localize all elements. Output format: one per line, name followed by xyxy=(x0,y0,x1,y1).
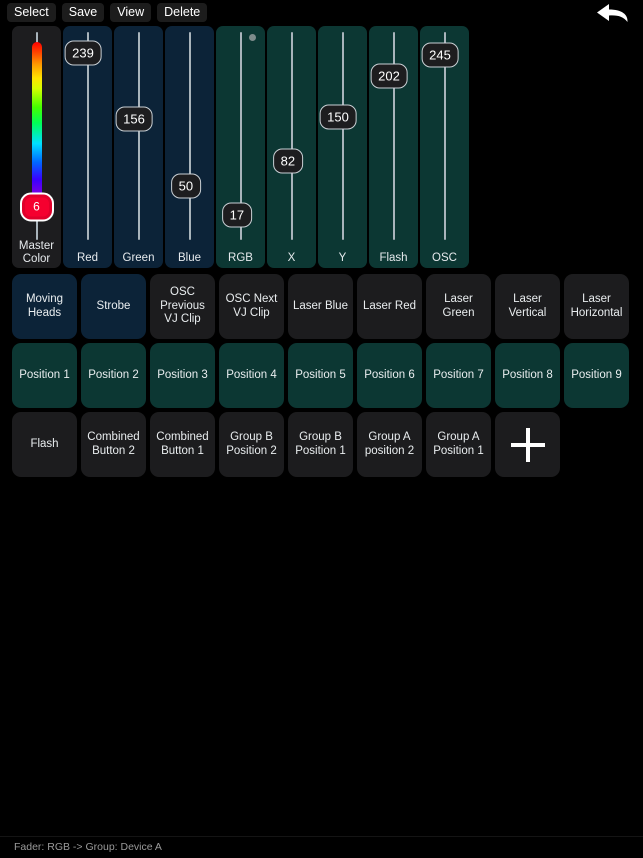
fader-label: Master Color xyxy=(18,240,55,265)
fader-label: OSC xyxy=(432,252,457,264)
view-button[interactable]: View xyxy=(110,2,152,22)
fader-value-thumb[interactable]: 82 xyxy=(272,148,304,174)
grid-button[interactable]: OSC Next VJ Clip xyxy=(219,274,284,339)
fader-value-thumb[interactable]: 50 xyxy=(170,173,202,199)
fader-red[interactable]: 239 Red xyxy=(63,26,112,268)
grid-button[interactable]: Position 2 xyxy=(81,343,146,408)
grid-button[interactable]: Strobe xyxy=(81,274,146,339)
fader-label: Blue xyxy=(177,252,202,264)
grid-button[interactable]: Position 6 xyxy=(357,343,422,408)
status-bar: Fader: RGB -> Group: Device A xyxy=(0,836,643,858)
fader-value-thumb[interactable]: 150 xyxy=(319,104,357,130)
grid-button[interactable]: Laser Red xyxy=(357,274,422,339)
fader-track[interactable] xyxy=(341,32,344,240)
toolbar: Select Save View Delete xyxy=(0,0,643,25)
fader-label: Y xyxy=(338,252,347,264)
plus-icon xyxy=(510,427,545,462)
grid-button[interactable]: Position 3 xyxy=(150,343,215,408)
fader-label: RGB xyxy=(228,252,253,264)
fader-y[interactable]: 150 Y xyxy=(318,26,367,268)
grid-button[interactable]: Combined Button 2 xyxy=(81,412,146,477)
add-button[interactable] xyxy=(495,412,560,477)
grid-button[interactable]: Position 4 xyxy=(219,343,284,408)
grid-button[interactable]: Position 7 xyxy=(426,343,491,408)
grid-button[interactable]: Group B Position 1 xyxy=(288,412,353,477)
grid-button[interactable]: Group A Position 1 xyxy=(426,412,491,477)
fader-label: Flash xyxy=(379,252,408,264)
grid-button[interactable]: Position 9 xyxy=(564,343,629,408)
fader-value-thumb[interactable]: 17 xyxy=(221,202,253,228)
fader-track[interactable] xyxy=(188,32,191,240)
empty-slot xyxy=(564,412,629,477)
back-arrow-button[interactable] xyxy=(590,1,638,25)
app-root: Select Save View Delete 6 Master Color 239… xyxy=(0,0,643,858)
fader-bank: 6 Master Color 239 Red 156 Green 50 Blue 17 RGB 82… xyxy=(12,26,469,268)
button-grid-row: Position 1 Position 2 Position 3 Position 4… xyxy=(12,343,631,408)
fader-active-indicator-icon xyxy=(249,34,256,41)
button-grid-row: Flash Combined Button 2 Combined Button 1G… xyxy=(12,412,631,477)
fader-label: Red xyxy=(76,252,99,264)
grid-button[interactable]: Laser Vertical xyxy=(495,274,560,339)
button-grid: Moving Heads Strobe OSC Previous VJ Clip OS… xyxy=(12,274,631,477)
grid-button[interactable]: Position 1 xyxy=(12,343,77,408)
fader-label: X xyxy=(287,252,296,264)
grid-button[interactable]: Group B Position 2 xyxy=(219,412,284,477)
fader-value-thumb[interactable]: 6 xyxy=(19,192,54,222)
fader-value-thumb[interactable]: 156 xyxy=(115,106,153,132)
grid-button[interactable]: Moving Heads xyxy=(12,274,77,339)
grid-button[interactable]: Flash xyxy=(12,412,77,477)
fader-track[interactable] xyxy=(137,32,140,240)
grid-button[interactable]: Laser Green xyxy=(426,274,491,339)
fader-x[interactable]: 82 X xyxy=(267,26,316,268)
grid-button[interactable]: Combined Button 1 xyxy=(150,412,215,477)
grid-button[interactable]: Position 8 xyxy=(495,343,560,408)
button-grid-row: Moving Heads Strobe OSC Previous VJ Clip OS… xyxy=(12,274,631,339)
fader-green[interactable]: 156 Green xyxy=(114,26,163,268)
back-arrow-icon xyxy=(594,2,634,24)
delete-button[interactable]: Delete xyxy=(157,2,208,22)
grid-button[interactable]: Position 5 xyxy=(288,343,353,408)
fader-track[interactable] xyxy=(290,32,293,240)
save-button[interactable]: Save xyxy=(61,2,105,22)
fader-value-thumb[interactable]: 202 xyxy=(370,63,408,89)
status-divider xyxy=(0,836,643,837)
grid-button[interactable]: Laser Blue xyxy=(288,274,353,339)
fader-osc[interactable]: 245 OSC xyxy=(420,26,469,268)
fader-value-thumb[interactable]: 245 xyxy=(421,42,459,68)
fader-master-color[interactable]: 6 Master Color xyxy=(12,26,61,268)
fader-label: Green xyxy=(122,252,155,264)
fader-blue[interactable]: 50 Blue xyxy=(165,26,214,268)
grid-button[interactable]: OSC Previous VJ Clip xyxy=(150,274,215,339)
fader-value-thumb[interactable]: 239 xyxy=(64,40,102,66)
fader-flash[interactable]: 202 Flash xyxy=(369,26,418,268)
color-gradient-track[interactable] xyxy=(31,42,42,214)
fader-rgb[interactable]: 17 RGB xyxy=(216,26,265,268)
grid-button[interactable]: Group A position 2 xyxy=(357,412,422,477)
status-text: Fader: RGB -> Group: Device A xyxy=(14,841,162,853)
select-button[interactable]: Select xyxy=(7,2,56,22)
grid-button[interactable]: Laser Horizontal xyxy=(564,274,629,339)
